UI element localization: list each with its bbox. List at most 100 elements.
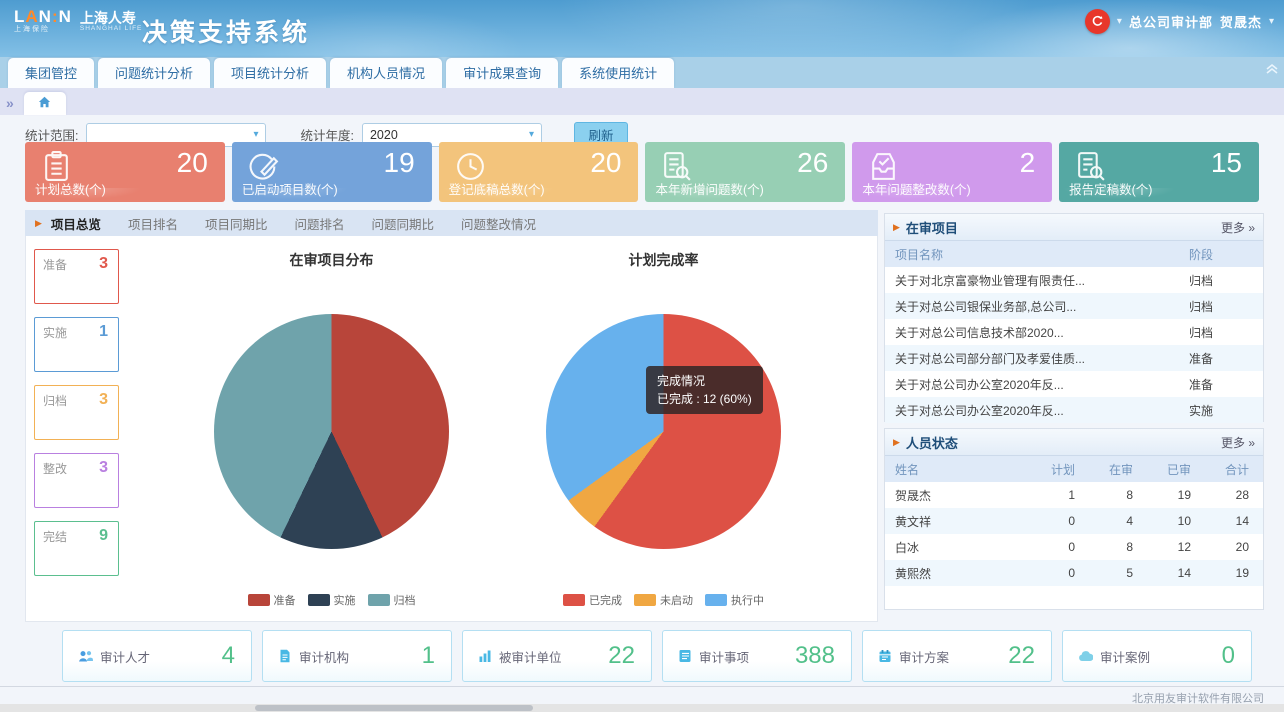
stat-label: 登记底稿总数(个)	[449, 179, 545, 198]
tab-issue-yoy[interactable]: 问题同期比	[371, 214, 434, 233]
list-doc-icon	[678, 649, 692, 663]
stat-card-finalized-reports[interactable]: 15 报告定稿数(个)	[1059, 142, 1259, 202]
tab-audit-results[interactable]: 审计成果查询	[446, 58, 558, 88]
home-tab[interactable]	[24, 92, 66, 115]
logo-company-en: SHANGHAI LIFE	[80, 25, 142, 32]
stat-label: 本年问题整改数(个)	[862, 179, 970, 198]
scrollbar-thumb[interactable]	[255, 705, 533, 711]
stat-label: 已启动项目数(个)	[242, 179, 338, 198]
tab-project-yoy[interactable]: 项目同期比	[205, 214, 268, 233]
active-tab-arrow-icon: ▶	[35, 218, 42, 229]
stat-value: 20	[590, 147, 621, 179]
pie2-legend: 已完成 未启动 执行中	[546, 592, 781, 608]
status-box-implement[interactable]: 实施 1	[34, 317, 119, 372]
status-box-complete[interactable]: 完结 9	[34, 521, 119, 576]
panel-projects-under-audit: ▶ 在审项目 更多 » 项目名称 阶段 关于对北京富豪物业管理有限责任...归档…	[884, 213, 1264, 422]
table-row[interactable]: 关于对总公司银保业务部,总公司...归档	[885, 293, 1263, 319]
stat-card-registered-drafts[interactable]: 20 登记底稿总数(个)	[439, 142, 639, 202]
expand-tabs-icon[interactable]: »	[6, 95, 14, 111]
tooltip-title: 完成情况	[657, 372, 752, 390]
pie-chart-project-distribution[interactable]	[214, 314, 449, 549]
tab-issue-statistics[interactable]: 问题统计分析	[98, 58, 210, 88]
section-tabs: ▶ 项目总览 项目排名 项目同期比 问题排名 问题同期比 问题整改情况	[25, 210, 878, 236]
stat-value: 26	[797, 147, 828, 179]
stat-card-new-issues[interactable]: 26 本年新增问题数(个)	[645, 142, 845, 202]
decision-support-dashboard: LAN:N 上海保险 上海人寿 SHANGHAI LIFE 决策支持系统 ▾ 总…	[0, 0, 1284, 712]
project-status-boxes: 准备 3 实施 1 归档 3 整改 3 完结 9	[34, 249, 119, 576]
panel-arrow-icon: ▶	[893, 222, 900, 233]
user-department[interactable]: 总公司审计部	[1129, 12, 1213, 31]
legend-item[interactable]: 实施	[308, 592, 356, 608]
stat-card-rectified-issues[interactable]: 2 本年问题整改数(个)	[852, 142, 1052, 202]
logo-company-name: 上海人寿	[80, 11, 142, 25]
table-row[interactable]: 黄熙然 0 5 14 19	[885, 560, 1263, 586]
more-link[interactable]: 更多 »	[1221, 219, 1255, 236]
user-name[interactable]: 贺晟杰	[1220, 12, 1262, 31]
cloud-icon	[1078, 650, 1093, 662]
tab-issue-ranking[interactable]: 问题排名	[294, 214, 344, 233]
page-tab-bar: »	[0, 88, 1284, 115]
table-row[interactable]: 关于对总公司办公室2020年反...准备	[885, 371, 1263, 397]
stat-value: 19	[384, 147, 415, 179]
chevron-down-icon: ▾	[529, 129, 534, 140]
panel-header: ▶ 在审项目 更多 »	[885, 214, 1263, 241]
stat-cards-row: 20 计划总数(个) 19 已启动项目数(个) 20 登记底稿总数(个) 26 …	[25, 142, 1259, 202]
table-row[interactable]: 关于对总公司办公室2020年反...实施	[885, 397, 1263, 423]
pie1-legend: 准备 实施 归档	[214, 592, 449, 608]
pie-chart-plan-completion[interactable]	[546, 314, 781, 549]
stat-value: 2	[1020, 147, 1036, 179]
table-row[interactable]: 贺晟杰 1 8 19 28	[885, 482, 1263, 508]
pie2-title: 计划完成率	[546, 250, 781, 270]
bottom-stat-audit-talents[interactable]: 审计人才 4	[62, 630, 252, 682]
bar-chart-icon	[478, 649, 492, 663]
legend-item[interactable]: 准备	[248, 592, 296, 608]
horizontal-scrollbar[interactable]	[0, 704, 1284, 712]
tab-system-usage[interactable]: 系统使用统计	[562, 58, 674, 88]
stat-card-started-projects[interactable]: 19 已启动项目数(个)	[232, 142, 432, 202]
tab-project-statistics[interactable]: 项目统计分析	[214, 58, 326, 88]
status-box-rectify[interactable]: 整改 3	[34, 453, 119, 508]
users-icon	[78, 649, 93, 663]
stat-card-plans[interactable]: 20 计划总数(个)	[25, 142, 225, 202]
legend-item[interactable]: 已完成	[563, 592, 622, 608]
notification-icon[interactable]	[1085, 9, 1110, 34]
page-title: 决策支持系统	[142, 13, 310, 49]
tab-group-control[interactable]: 集团管控	[8, 58, 94, 88]
user-menu-caret-icon[interactable]: ▾	[1269, 16, 1274, 27]
stat-label: 报告定稿数(个)	[1069, 179, 1152, 198]
table-row[interactable]: 关于对总公司部分部门及孝爱佳质...准备	[885, 345, 1263, 371]
legend-item[interactable]: 未启动	[634, 592, 693, 608]
user-area: ▾ 总公司审计部 贺晟杰 ▾	[1085, 9, 1274, 34]
table-row[interactable]: 黄文祥 0 4 10 14	[885, 508, 1263, 534]
org-doc-icon	[278, 649, 292, 663]
more-link[interactable]: 更多 »	[1221, 434, 1255, 451]
table-header: 姓名 计划 在审 已审 合计	[885, 456, 1263, 482]
bottom-stat-audit-cases[interactable]: 审计案例 0	[1062, 630, 1252, 682]
tab-issue-rectification[interactable]: 问题整改情况	[461, 214, 536, 233]
bottom-stat-audit-orgs[interactable]: 审计机构 1	[262, 630, 452, 682]
panel-header: ▶ 人员状态 更多 »	[885, 429, 1263, 456]
tooltip-value: 已完成 : 12 (60%)	[657, 390, 752, 408]
collapse-header-icon[interactable]	[1265, 61, 1279, 75]
stat-value: 20	[177, 147, 208, 179]
tab-org-personnel[interactable]: 机构人员情况	[330, 58, 442, 88]
tab-project-overview[interactable]: 项目总览	[51, 214, 101, 233]
company-logo: LAN:N 上海保险 上海人寿 SHANGHAI LIFE	[14, 9, 142, 34]
bottom-stat-audit-plans[interactable]: 审计方案 22	[862, 630, 1052, 682]
status-box-prepare[interactable]: 准备 3	[34, 249, 119, 304]
bottom-stat-audit-matters[interactable]: 审计事项 388	[662, 630, 852, 682]
main-nav: 集团管控 问题统计分析 项目统计分析 机构人员情况 审计成果查询 系统使用统计	[0, 57, 1284, 88]
bottom-stat-audited-units[interactable]: 被审计单位 22	[462, 630, 652, 682]
notification-caret-icon[interactable]: ▾	[1117, 16, 1122, 27]
legend-item[interactable]: 执行中	[705, 592, 764, 608]
charts-panel: 准备 3 实施 1 归档 3 整改 3 完结 9 在审项目分布 准备	[25, 236, 878, 622]
calendar-icon	[878, 649, 892, 663]
status-box-archive[interactable]: 归档 3	[34, 385, 119, 440]
table-row[interactable]: 关于对北京富豪物业管理有限责任...归档	[885, 267, 1263, 293]
table-row[interactable]: 白冰 0 8 12 20	[885, 534, 1263, 560]
chart-tooltip: 完成情况 已完成 : 12 (60%)	[646, 366, 763, 414]
tab-project-ranking[interactable]: 项目排名	[128, 214, 178, 233]
table-row[interactable]: 关于对总公司信息技术部2020...归档	[885, 319, 1263, 345]
bottom-stats-row: 审计人才 4 审计机构 1 被审计单位 22 审计事项 388	[62, 630, 1252, 682]
legend-item[interactable]: 归档	[368, 592, 416, 608]
